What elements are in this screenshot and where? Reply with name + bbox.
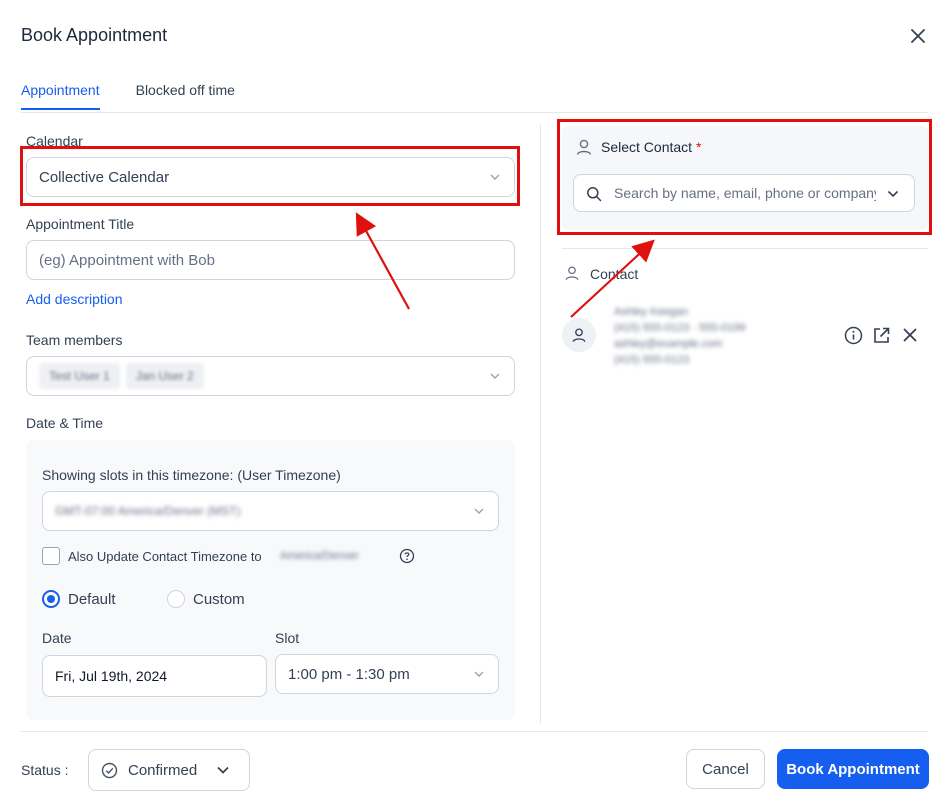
add-description-link[interactable]: Add description <box>26 291 123 307</box>
chevron-down-icon <box>472 504 486 518</box>
chevron-down-icon <box>215 762 231 778</box>
tab-appointment[interactable]: Appointment <box>21 82 100 110</box>
date-label: Date <box>42 630 72 646</box>
calendar-label: Calendar <box>26 133 83 149</box>
update-contact-timezone-value: America/Denver <box>280 550 359 562</box>
radio-custom-label: Custom <box>193 591 245 608</box>
contact-search-input[interactable]: Search by name, email, phone or company <box>573 174 915 212</box>
contact-phone: (415) 555-0123 · 555-0199 <box>614 322 746 334</box>
cancel-button[interactable]: Cancel <box>686 749 765 789</box>
close-icon[interactable] <box>908 26 928 46</box>
radio-default[interactable] <box>42 590 60 608</box>
appointment-title-placeholder: (eg) Appointment with Bob <box>39 251 215 269</box>
required-mark: * <box>695 139 702 155</box>
contact-email: ashley@example.com <box>614 338 723 350</box>
chevron-down-icon[interactable] <box>886 187 900 201</box>
status-label: Status : <box>21 762 69 778</box>
chevron-down-icon <box>488 170 502 184</box>
tabs-divider <box>21 112 928 113</box>
avatar <box>562 318 596 352</box>
contact-search-placeholder: Search by name, email, phone or company <box>614 185 876 201</box>
remove-contact-icon[interactable] <box>903 328 917 342</box>
team-member-chip[interactable]: Jan User 2 <box>125 363 204 389</box>
radio-custom[interactable] <box>167 590 185 608</box>
slot-label: Slot <box>275 630 300 646</box>
column-divider <box>540 124 541 724</box>
contact-heading: Contact <box>590 266 639 282</box>
footer-divider <box>21 731 928 732</box>
slot-select[interactable]: 1:00 pm - 1:30 pm <box>275 654 499 694</box>
user-icon <box>564 265 580 281</box>
slot-value: 1:00 pm - 1:30 pm <box>288 665 410 683</box>
info-icon[interactable] <box>844 326 863 345</box>
timezone-value: GMT-07:00 America/Denver (MST) <box>55 504 241 518</box>
tab-bar: Appointment Blocked off time <box>21 82 235 110</box>
radio-default-label: Default <box>68 591 116 608</box>
contact-extra: (415) 555-0123 <box>614 354 690 366</box>
appointment-title-input[interactable]: (eg) Appointment with Bob <box>26 240 515 280</box>
tab-blocked-off-time[interactable]: Blocked off time <box>136 82 235 110</box>
calendar-select[interactable]: Collective Calendar <box>26 157 515 197</box>
select-contact-label-text: Select Contact <box>601 139 693 155</box>
team-members-label: Team members <box>26 332 123 348</box>
status-select[interactable]: Confirmed <box>88 749 250 791</box>
contact-details: Ashley Keegan (415) 555-0123 · 555-0199 … <box>614 304 834 368</box>
contact-name: Ashley Keegan <box>614 306 688 318</box>
timezone-label: Showing slots in this timezone: (User Ti… <box>42 467 341 483</box>
external-link-icon[interactable] <box>872 326 891 345</box>
timezone-select[interactable]: GMT-07:00 America/Denver (MST) <box>42 491 499 531</box>
status-value: Confirmed <box>128 761 198 779</box>
calendar-value: Collective Calendar <box>39 168 170 186</box>
check-circle-icon <box>101 762 118 779</box>
select-contact-label: Select Contact * <box>601 139 701 155</box>
team-members-select[interactable]: Test User 1 Jan User 2 <box>26 356 515 396</box>
update-contact-timezone-label: Also Update Contact Timezone to <box>68 549 262 564</box>
chevron-down-icon <box>488 369 502 383</box>
team-member-chip[interactable]: Test User 1 <box>39 363 120 389</box>
date-time-label: Date & Time <box>26 415 104 431</box>
user-icon <box>572 328 586 342</box>
date-value: Fri, Jul 19th, 2024 <box>55 668 168 684</box>
update-contact-timezone-checkbox[interactable] <box>42 547 60 565</box>
search-icon <box>586 186 602 202</box>
user-icon <box>575 138 593 156</box>
contact-divider <box>562 248 928 249</box>
book-appointment-button[interactable]: Book Appointment <box>777 749 929 789</box>
date-input[interactable]: Fri, Jul 19th, 2024 <box>42 655 267 697</box>
help-icon[interactable] <box>399 548 415 564</box>
chevron-down-icon <box>472 667 486 681</box>
appointment-title-label: Appointment Title <box>26 216 135 232</box>
dialog-title: Book Appointment <box>21 25 168 45</box>
